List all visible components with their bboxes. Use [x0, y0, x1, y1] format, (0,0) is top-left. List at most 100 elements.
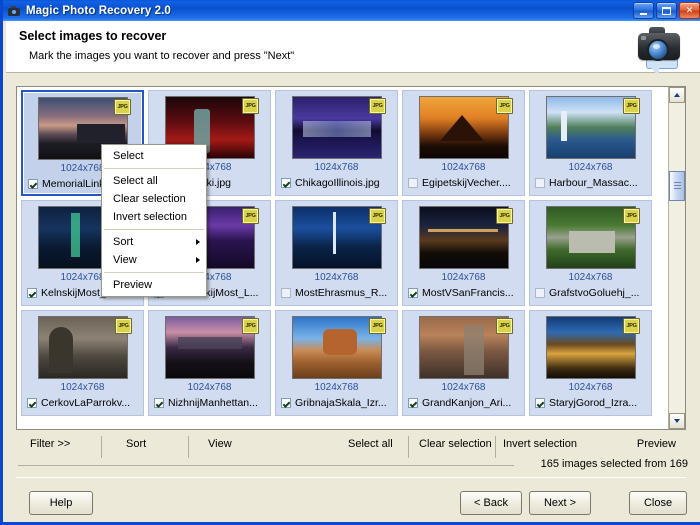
file-checkbox[interactable] [535, 288, 545, 298]
help-button[interactable]: Help [29, 491, 93, 515]
thumbnail-cell[interactable]: JPG 1024x768 EgipetskijVecher.... [402, 90, 525, 196]
thumbnail-cell[interactable]: JPG 1024x768 StaryjGorod_Izra... [529, 310, 652, 416]
page-title: Select images to recover [19, 29, 166, 43]
file-checkbox[interactable] [154, 398, 164, 408]
toolbar-clear-selection[interactable]: Clear selection [419, 438, 492, 450]
file-checkbox[interactable] [408, 178, 418, 188]
file-name-row[interactable]: GrandKanjon_Ari... [408, 397, 521, 409]
thumbnail-cell[interactable]: JPG 1024x768 ChikagoIllinois.jpg [275, 90, 398, 196]
file-name-row[interactable]: StaryjGorod_Izra... [535, 397, 648, 409]
thumbnail-cell[interactable]: JPG 1024x768 GribnajaSkala_Izr... [275, 310, 398, 416]
submenu-arrow-icon [196, 257, 200, 263]
maximize-button[interactable] [656, 2, 677, 19]
file-checkbox[interactable] [408, 398, 418, 408]
jpg-badge-icon: JPG [623, 208, 640, 224]
menu-item-select[interactable]: Select [102, 147, 206, 165]
file-name-row[interactable]: NizhnijManhettan... [154, 397, 267, 409]
jpg-badge-icon: JPG [623, 318, 640, 334]
file-checkbox[interactable] [535, 178, 545, 188]
menu-item-sort[interactable]: Sort [102, 233, 206, 251]
file-name-row[interactable]: Harbour_Massac... [535, 177, 648, 189]
image-dimensions: 1024x768 [276, 162, 397, 173]
jpg-badge-icon: JPG [242, 208, 259, 224]
thumbnail-image [38, 316, 128, 379]
jpg-badge-icon: JPG [369, 318, 386, 334]
image-dimensions: 1024x768 [530, 382, 651, 393]
thumbnail-cell[interactable]: JPG 1024x768 GrafstvoGoluehj_... [529, 200, 652, 306]
toolbar-select-all[interactable]: Select all [348, 438, 393, 450]
file-name-row[interactable]: MostVSanFrancis... [408, 287, 521, 299]
thumbnail-cell[interactable]: JPG 1024x768 GrandKanjon_Ari... [402, 310, 525, 416]
thumbnail-cell[interactable]: JPG 1024x768 Harbour_Massac... [529, 90, 652, 196]
thumbnail-cell[interactable]: JPG 1024x768 MostVSanFrancis... [402, 200, 525, 306]
thumbnail-image [419, 96, 509, 159]
file-checkbox[interactable] [281, 398, 291, 408]
file-name-row[interactable]: MostEhrasmus_R... [281, 287, 394, 299]
back-button[interactable]: < Back [460, 491, 522, 515]
menu-item-clear-selection[interactable]: Clear selection [102, 190, 206, 208]
application-window: Magic Photo Recovery 2.0 ✕ Select images… [0, 0, 700, 525]
vertical-scrollbar[interactable] [668, 87, 685, 429]
file-name-label: Harbour_Massac... [549, 177, 638, 189]
jpg-badge-icon: JPG [115, 318, 132, 334]
menu-item-view[interactable]: View [102, 251, 206, 269]
menu-item-preview[interactable]: Preview [102, 276, 206, 294]
file-checkbox[interactable] [535, 398, 545, 408]
close-button[interactable]: ✕ [679, 2, 700, 19]
file-checkbox[interactable] [27, 288, 37, 298]
next-button[interactable]: Next > [529, 491, 591, 515]
menu-item-sort-label: Sort [113, 236, 133, 248]
file-checkbox[interactable] [408, 288, 418, 298]
toolbar-view[interactable]: View [208, 438, 232, 450]
thumbnail-cell[interactable]: JPG 1024x768 MostEhrasmus_R... [275, 200, 398, 306]
close-dialog-button[interactable]: Close [629, 491, 687, 515]
thumbnail-image [292, 206, 382, 269]
dialog-body: JPG 1024x768 MemorialLink JPG 1024x768 [6, 73, 700, 522]
image-dimensions: 1024x768 [276, 272, 397, 283]
thumbnail-image [546, 96, 636, 159]
file-checkbox[interactable] [281, 288, 291, 298]
file-name-label: ChikagoIllinois.jpg [295, 177, 380, 189]
scroll-down-button[interactable] [669, 413, 685, 429]
maximize-icon [662, 7, 671, 15]
image-dimensions: 1024x768 [22, 382, 143, 393]
thumbnail-cell[interactable]: JPG 1024x768 CerkovLaParrokv... [21, 310, 144, 416]
action-toolbar: Filter >> Sort View Select all Clear sel… [16, 436, 686, 460]
thumbnail-image [419, 316, 509, 379]
jpg-badge-icon: JPG [369, 98, 386, 114]
toolbar-sort[interactable]: Sort [126, 438, 146, 450]
image-dimensions: 1024x768 [530, 162, 651, 173]
scrollbar-thumb[interactable] [669, 171, 685, 201]
toolbar-separator [188, 436, 189, 458]
jpg-badge-icon: JPG [242, 318, 259, 334]
minimize-icon [640, 13, 647, 15]
file-name-row[interactable]: ChikagoIllinois.jpg [281, 177, 394, 189]
menu-item-view-label: View [113, 254, 137, 266]
context-menu[interactable]: Select Select all Clear selection Invert… [101, 144, 207, 297]
footer-divider [16, 477, 686, 478]
thumbnail-image [546, 316, 636, 379]
file-name-row[interactable]: GrafstvoGoluehj_... [535, 287, 648, 299]
thumbnail-image [165, 316, 255, 379]
title-bar: Magic Photo Recovery 2.0 ✕ [3, 0, 700, 21]
file-checkbox[interactable] [28, 179, 38, 189]
minimize-button[interactable] [633, 2, 654, 19]
file-name-row[interactable]: GribnajaSkala_Izr... [281, 397, 394, 409]
jpg-badge-icon: JPG [496, 98, 513, 114]
jpg-badge-icon: JPG [623, 98, 640, 114]
thumbnail-image [292, 316, 382, 379]
toolbar-filter[interactable]: Filter >> [30, 438, 70, 450]
thumbnail-cell[interactable]: JPG 1024x768 NizhnijManhettan... [148, 310, 271, 416]
file-checkbox[interactable] [27, 398, 37, 408]
menu-item-invert-selection[interactable]: Invert selection [102, 208, 206, 226]
toolbar-invert-selection[interactable]: Invert selection [503, 438, 577, 450]
toolbar-preview[interactable]: Preview [637, 438, 676, 450]
toolbar-separator [101, 436, 102, 458]
file-name-label: GribnajaSkala_Izr... [295, 397, 387, 409]
menu-item-select-all[interactable]: Select all [102, 172, 206, 190]
file-checkbox[interactable] [281, 178, 291, 188]
scroll-up-button[interactable] [669, 87, 685, 103]
file-name-row[interactable]: CerkovLaParrokv... [27, 397, 140, 409]
wizard-header: Select images to recover Mark the images… [6, 21, 700, 73]
file-name-row[interactable]: EgipetskijVecher.... [408, 177, 521, 189]
